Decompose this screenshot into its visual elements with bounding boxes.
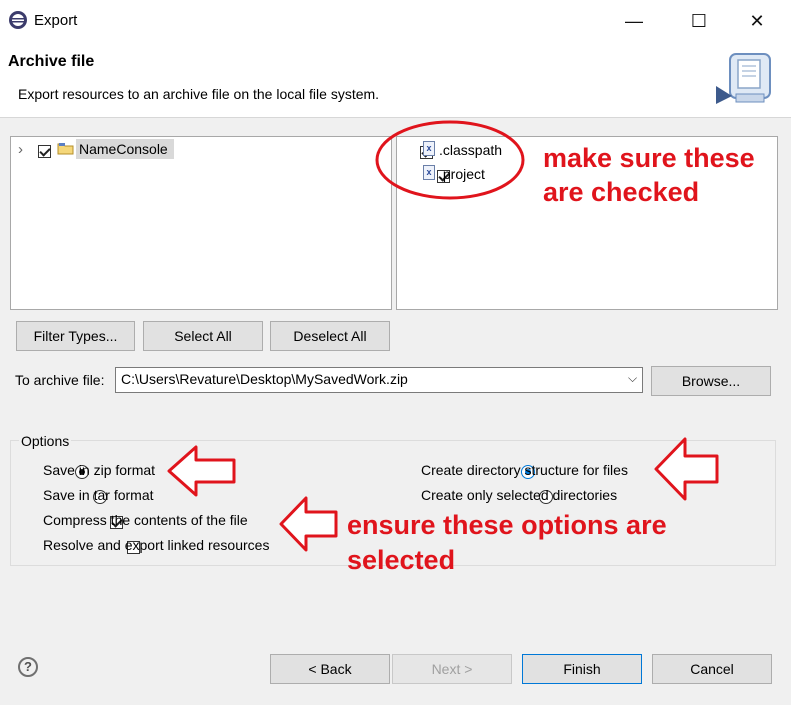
resource-tree[interactable] — [10, 136, 392, 310]
create-structure-label[interactable]: Create directory structure for files — [421, 462, 628, 478]
annotation-arrow-icon — [654, 437, 719, 501]
tar-format-label[interactable]: Save in tar format — [43, 487, 154, 503]
create-selected-label[interactable]: Create only selected directories — [421, 487, 617, 503]
annotation-text: selected — [347, 545, 456, 575]
annotation-text: are checked — [543, 177, 700, 207]
next-button[interactable]: Next > — [392, 654, 512, 684]
maximize-button[interactable]: ☐ — [686, 10, 712, 32]
eclipse-app-icon — [9, 11, 27, 29]
back-button[interactable]: < Back — [270, 654, 390, 684]
wizard-header — [0, 42, 791, 118]
tree-item-label[interactable]: NameConsole — [79, 141, 168, 157]
highlight-ellipse — [375, 120, 525, 200]
select-all-button[interactable]: Select All — [143, 321, 263, 351]
export-wizard-icon — [716, 53, 771, 104]
page-description: Export resources to an archive file on t… — [18, 86, 380, 102]
annotation-arrow-icon — [279, 496, 338, 552]
help-icon[interactable]: ? — [18, 657, 38, 677]
archive-file-label: To archive file: — [15, 372, 105, 388]
chevron-down-icon[interactable]: ⌵ — [628, 371, 637, 386]
close-button[interactable]: ✕ — [744, 10, 770, 32]
resolve-links-label[interactable]: Resolve and export linked resources — [43, 537, 269, 553]
compress-label[interactable]: Compress the contents of the file — [43, 512, 248, 528]
minimize-button[interactable]: — — [621, 10, 647, 32]
annotation-arrow-icon — [167, 445, 236, 497]
expand-chevron-icon[interactable]: › — [18, 141, 23, 158]
zip-format-label[interactable]: Save in zip format — [43, 462, 155, 478]
browse-button[interactable]: Browse... — [651, 366, 771, 396]
tree-item-checkbox[interactable] — [38, 144, 51, 158]
archive-path-value[interactable]: C:\Users\Revature\Desktop\MySavedWork.zi… — [121, 371, 408, 387]
deselect-all-button[interactable]: Deselect All — [270, 321, 390, 351]
page-title: Archive file — [8, 53, 95, 70]
window-title: Export — [34, 12, 78, 29]
title-bar — [0, 0, 791, 42]
cancel-button[interactable]: Cancel — [652, 654, 772, 684]
options-group-label: Options — [19, 433, 72, 449]
project-folder-icon — [57, 143, 74, 155]
annotation-text: ensure these options are — [347, 510, 667, 540]
filter-types-button[interactable]: Filter Types... — [16, 321, 135, 351]
finish-button[interactable]: Finish — [522, 654, 642, 684]
annotation-text: make sure these — [543, 143, 755, 173]
